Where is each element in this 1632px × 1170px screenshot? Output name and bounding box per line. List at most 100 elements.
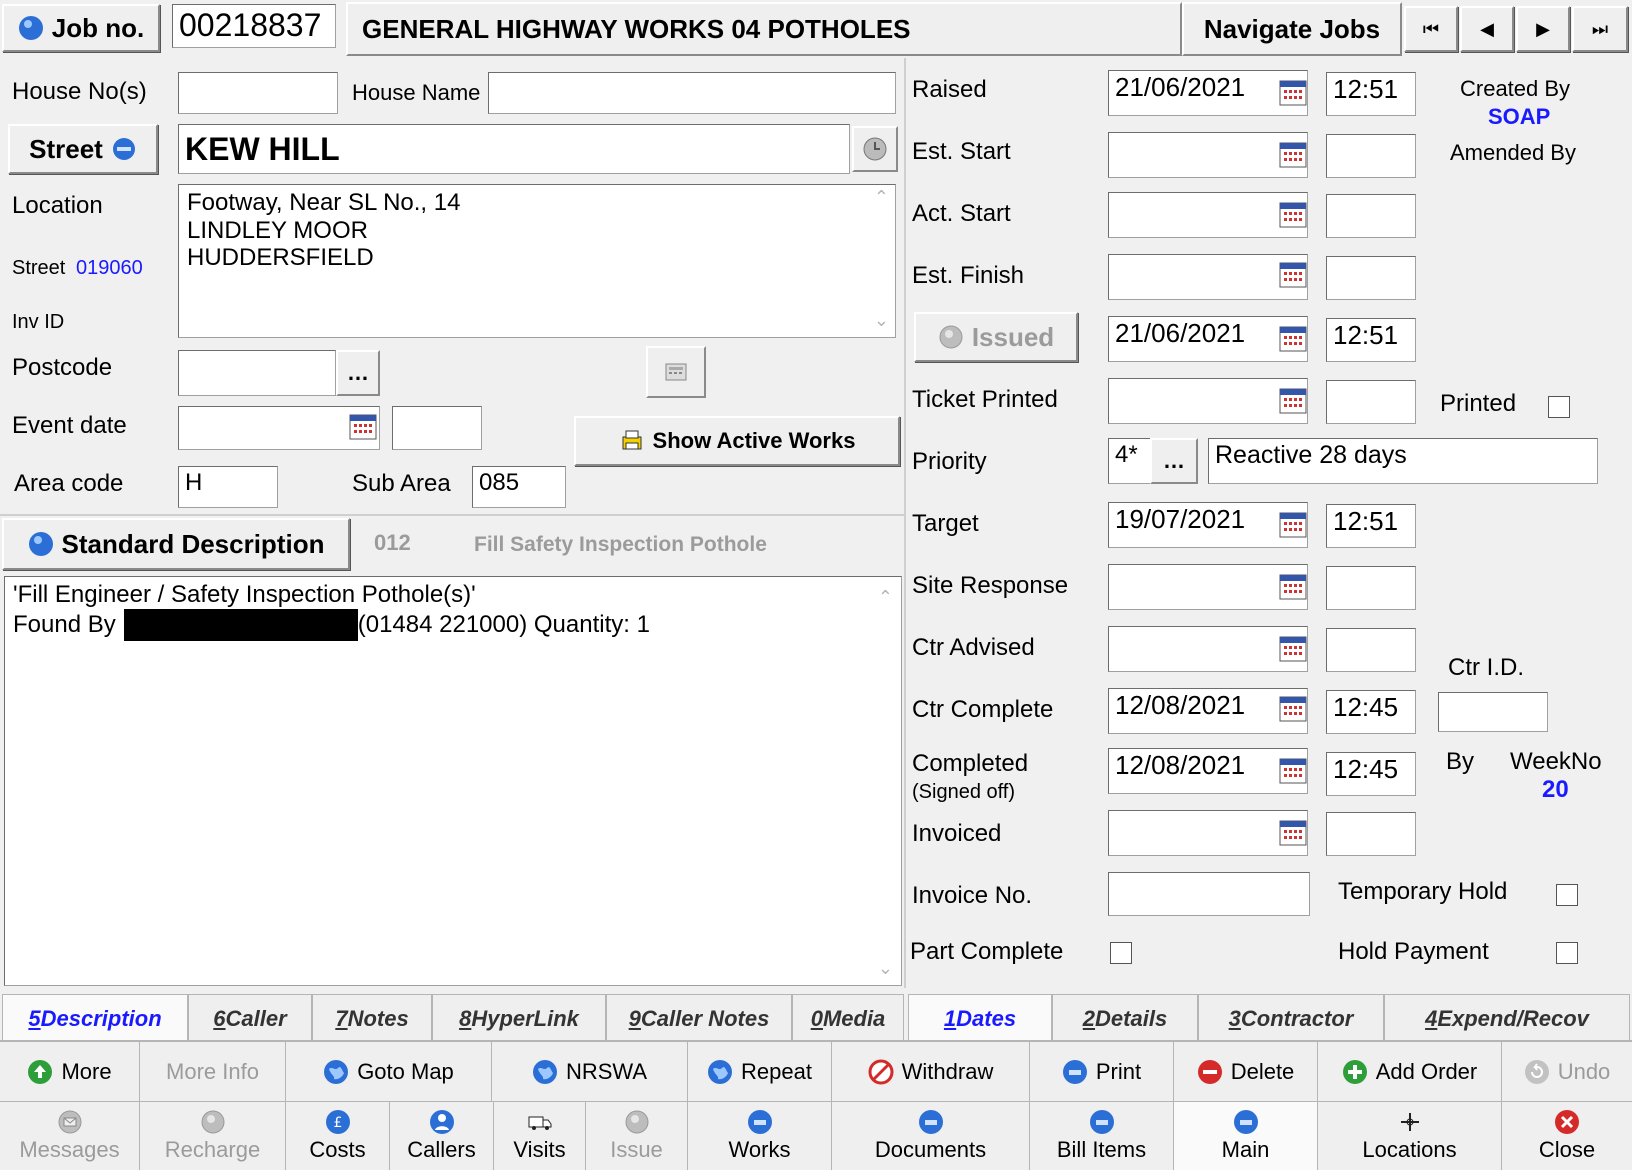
close-button[interactable]: Close	[1502, 1102, 1632, 1170]
calculator-button[interactable]	[646, 346, 706, 398]
calendar-icon[interactable]	[1278, 140, 1308, 170]
calendar-icon[interactable]	[1278, 78, 1308, 108]
invoice-no-input[interactable]	[1108, 872, 1310, 916]
target-time-input[interactable]: 12:51	[1326, 504, 1416, 548]
event-time-input[interactable]	[392, 406, 482, 450]
location-textarea[interactable]: Footway, Near SL No., 14 LINDLEY MOOR HU…	[178, 184, 896, 338]
description-textarea[interactable]: 'Fill Engineer / Safety Inspection Potho…	[4, 576, 902, 986]
temporary-hold-checkbox[interactable]	[1556, 884, 1578, 906]
est-start-time-input[interactable]	[1326, 134, 1416, 178]
standard-description-button[interactable]: Standard Description	[2, 518, 350, 570]
more-info-button[interactable]: More Info	[140, 1042, 286, 1102]
last-job-button[interactable]: ⏭	[1572, 6, 1628, 52]
add-order-button[interactable]: Add Order	[1318, 1042, 1502, 1102]
tab-details[interactable]: 2 Details	[1052, 994, 1198, 1042]
delete-button[interactable]: Delete	[1174, 1042, 1318, 1102]
job-no-button[interactable]: Job no.	[2, 4, 160, 52]
calendar-icon[interactable]	[1278, 756, 1308, 786]
first-job-button[interactable]: ⏮	[1404, 6, 1458, 52]
calendar-icon[interactable]	[1278, 386, 1308, 416]
location-line-2: LINDLEY MOOR	[187, 216, 368, 244]
est-finish-time-input[interactable]	[1326, 256, 1416, 300]
works-button[interactable]: Works	[688, 1102, 832, 1170]
tab-dates[interactable]: 1 Dates	[908, 994, 1052, 1042]
goto-map-button[interactable]: Goto Map	[286, 1042, 492, 1102]
globe-icon	[532, 1059, 558, 1085]
description-scroll-down[interactable]: ⌄	[878, 958, 893, 979]
street-clear-button[interactable]	[852, 126, 898, 172]
tab-hyperlink[interactable]: 8 HyperLink	[432, 994, 606, 1042]
ticket-printed-time-input[interactable]	[1326, 380, 1416, 424]
tab-contractor[interactable]: 3 Contractor	[1198, 994, 1384, 1042]
repeat-button[interactable]: Repeat	[688, 1042, 832, 1102]
job-no-field[interactable]: 00218837	[172, 4, 336, 48]
print-button[interactable]: Print	[1030, 1042, 1174, 1102]
sub-area-label: Sub Area	[352, 470, 451, 497]
postcode-input[interactable]	[178, 350, 336, 396]
house-nos-input[interactable]	[178, 72, 338, 114]
job-title: GENERAL HIGHWAY WORKS 04 POTHOLES	[346, 2, 1182, 56]
act-start-time-input[interactable]	[1326, 194, 1416, 238]
tab-expend-recov[interactable]: 4 Expend/Recov	[1384, 994, 1630, 1042]
weekno-label: WeekNo	[1510, 748, 1602, 775]
calendar-icon[interactable]	[348, 412, 378, 442]
street-button[interactable]: Street	[8, 124, 158, 174]
part-complete-checkbox[interactable]	[1110, 942, 1132, 964]
house-name-input[interactable]	[488, 72, 896, 114]
next-job-button[interactable]: ▶	[1516, 6, 1570, 52]
calendar-icon[interactable]	[1278, 324, 1308, 354]
completed-time-input[interactable]: 12:45	[1326, 752, 1416, 796]
no-entry-icon	[868, 1059, 894, 1085]
more-button[interactable]: More	[0, 1042, 140, 1102]
street-input[interactable]: KEW HILL	[178, 124, 850, 174]
ctr-id-input[interactable]	[1438, 692, 1548, 732]
calendar-icon[interactable]	[1278, 694, 1308, 724]
site-response-time-input[interactable]	[1326, 566, 1416, 610]
main-button[interactable]: Main	[1174, 1102, 1318, 1170]
area-code-input[interactable]: H	[178, 466, 278, 508]
ticket-printed-label: Ticket Printed	[912, 386, 1058, 413]
callers-button[interactable]: Callers	[390, 1102, 494, 1170]
withdraw-button[interactable]: Withdraw	[832, 1042, 1030, 1102]
calendar-icon[interactable]	[1278, 200, 1308, 230]
calendar-icon[interactable]	[1278, 572, 1308, 602]
description-scroll-up[interactable]: ⌃	[878, 587, 893, 608]
bill-items-button[interactable]: Bill Items	[1030, 1102, 1174, 1170]
locations-button[interactable]: Locations	[1318, 1102, 1502, 1170]
tab-hyperlink-label: HyperLink	[471, 1005, 579, 1031]
calendar-icon[interactable]	[1278, 634, 1308, 664]
location-scroll-down[interactable]: ⌄	[874, 310, 889, 331]
documents-button[interactable]: Documents	[832, 1102, 1030, 1170]
location-scroll-up[interactable]: ⌃	[874, 187, 889, 208]
sub-area-input[interactable]: 085	[472, 466, 566, 508]
nrswa-button[interactable]: NRSWA	[492, 1042, 688, 1102]
recharge-button[interactable]: Recharge	[140, 1102, 286, 1170]
postcode-lookup-button[interactable]: …	[336, 350, 380, 396]
tab-media[interactable]: 0 Media	[792, 994, 904, 1042]
costs-button[interactable]: £ Costs	[286, 1102, 390, 1170]
issued-time-input[interactable]: 12:51	[1326, 318, 1416, 362]
undo-button[interactable]: Undo	[1502, 1042, 1632, 1102]
calendar-icon[interactable]	[1278, 510, 1308, 540]
raised-time-input[interactable]: 12:51	[1326, 72, 1416, 116]
tab-notes[interactable]: 7 Notes	[312, 994, 432, 1042]
priority-label: Priority	[912, 448, 987, 475]
calendar-icon[interactable]	[1278, 260, 1308, 290]
ctr-advised-time-input[interactable]	[1326, 628, 1416, 672]
issued-button[interactable]: Issued	[914, 312, 1078, 362]
ctr-complete-time-input[interactable]: 12:45	[1326, 690, 1416, 734]
tab-caller-notes[interactable]: 9 Caller Notes	[606, 994, 792, 1042]
show-active-works-button[interactable]: Show Active Works	[574, 416, 900, 466]
prev-job-button[interactable]: ◀	[1460, 6, 1514, 52]
hold-payment-checkbox[interactable]	[1556, 942, 1578, 964]
priority-lookup-button[interactable]: …	[1150, 438, 1198, 484]
tab-caller[interactable]: 6 Caller	[188, 994, 312, 1042]
printed-checkbox[interactable]	[1548, 396, 1570, 418]
issue-button[interactable]: Issue	[586, 1102, 688, 1170]
visits-button[interactable]: Visits	[494, 1102, 586, 1170]
tab-description[interactable]: 5 Description	[2, 994, 188, 1042]
calendar-icon[interactable]	[1278, 818, 1308, 848]
messages-button[interactable]: Messages	[0, 1102, 140, 1170]
invoiced-time-input[interactable]	[1326, 812, 1416, 856]
tab-hyperlink-key: 8	[459, 1005, 472, 1031]
